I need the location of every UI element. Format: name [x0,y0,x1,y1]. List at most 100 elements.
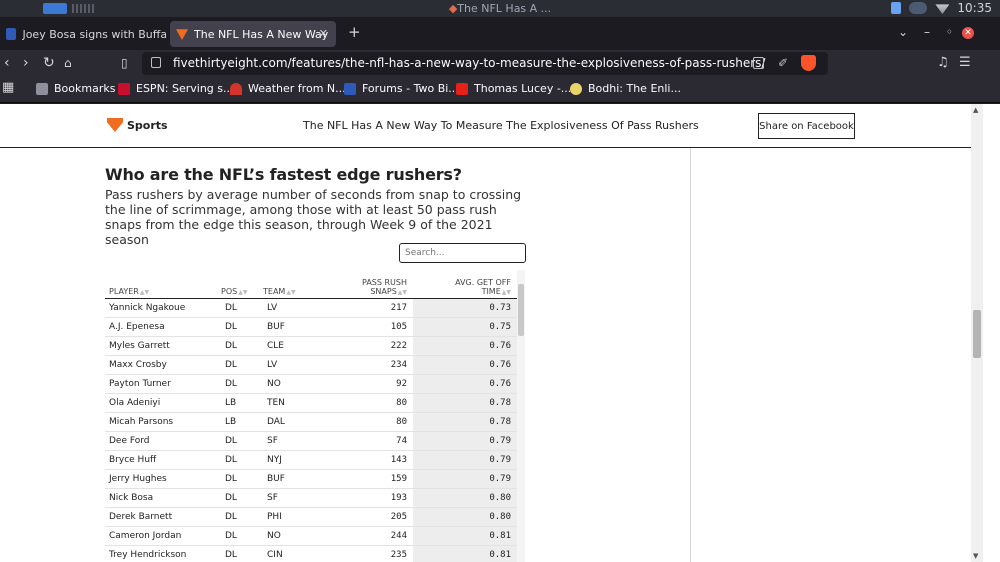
table-row: Maxx Crosby DL LV 234 0.76 [105,355,517,375]
address-bar[interactable]: fivethirtyeight.com/features/the-nfl-has… [142,52,828,75]
tab-joey-bosa[interactable]: Joey Bosa signs with Buffalo... [0,21,166,47]
page-scrollbar[interactable]: ▲ ▼ [971,104,983,562]
media-icon[interactable]: ♫ [937,55,949,70]
reader-view-icon[interactable] [753,57,764,69]
chart-description: Pass rushers by average number of second… [105,187,522,247]
table-row: Trey Hendrickson DL CIN 235 0.81 [105,545,517,562]
get-off-time-cell: 0.80 [413,488,517,508]
os-top-bar: ◆The NFL Has A ... 10:35 [0,0,1000,17]
bookmark-bodhi[interactable]: Bodhi: The Enli... [570,82,681,95]
table-scroll-thumb[interactable] [518,284,524,336]
url-text[interactable]: fivethirtyeight.com/features/the-nfl-has… [173,56,765,70]
share-icon[interactable]: ✐ [778,56,788,70]
snaps-cell: 205 [325,507,413,527]
bookmark-thomas-lucey[interactable]: Thomas Lucey -... [456,82,571,95]
bookmark-forums[interactable]: Forums - Two Bi... [344,82,459,95]
snaps-cell: 193 [325,488,413,508]
pos-cell: LB [221,393,263,413]
col-pos-header[interactable]: POS▲▼ [221,270,263,299]
new-tab-icon[interactable]: + [348,23,361,41]
reload-icon[interactable]: ↻ [43,55,55,71]
team-cell: SF [263,488,325,508]
fivethirtyeight-favicon-icon [176,29,188,40]
table-row: Jerry Hughes DL BUF 159 0.79 [105,469,517,489]
team-cell: NO [263,526,325,546]
get-off-time-cell: 0.79 [413,431,517,451]
maximize-icon[interactable]: ◦ [946,25,953,39]
player-cell: A.J. Epenesa [105,317,221,337]
bookmark-page-icon[interactable]: ▯ [121,56,128,70]
buffalo-favicon-icon [6,28,17,40]
tab-strip: Joey Bosa signs with Buffalo... The NFL … [0,17,1000,50]
section-label[interactable]: Sports [127,119,168,132]
team-cell: TEN [263,393,325,413]
brave-shields-icon[interactable] [801,55,816,71]
col-time-header[interactable]: AVG. GET OFF TIME▲▼ [413,270,517,299]
table-scrollbar[interactable] [517,270,525,562]
close-tab-icon[interactable]: ✕ [319,27,328,40]
tab-list-chevron-icon[interactable]: ⌄ [898,25,908,39]
get-off-time-cell: 0.78 [413,412,517,432]
team-cell: LV [263,355,325,375]
team-cell: BUF [263,317,325,337]
get-off-time-cell: 0.78 [413,393,517,413]
col-player-header[interactable]: PLAYER▲▼ [105,270,221,299]
player-cell: Trey Hendrickson [105,545,221,562]
team-cell: NO [263,374,325,394]
player-cell: Ola Adeniyi [105,393,221,413]
team-cell: LV [263,298,325,318]
bookmark-espn[interactable]: ESPN: Serving s... [118,82,234,95]
bodhi-icon [570,82,582,95]
menu-icon[interactable]: ☰ [959,55,971,70]
share-on-facebook-button[interactable]: Share on Facebook [758,113,855,139]
table-row: Ola Adeniyi LB TEN 80 0.78 [105,393,517,413]
espn-icon [118,82,130,95]
snaps-cell: 222 [325,336,413,356]
snaps-cell: 92 [325,374,413,394]
window-close-icon[interactable]: ✕ [962,27,974,39]
col-team-header[interactable]: TEAM▲▼ [263,270,325,299]
table-row: Myles Garrett DL CLE 222 0.76 [105,336,517,356]
minimize-icon[interactable]: – [924,25,930,39]
table-search-input[interactable] [399,243,526,263]
back-icon[interactable]: ‹ [4,55,10,71]
wifi-icon[interactable] [935,4,950,14]
home-icon[interactable]: ⌂ [64,56,72,70]
table-row: Cameron Jordan DL NO 244 0.81 [105,526,517,546]
col-snaps-header[interactable]: PASS RUSH SNAPS▲▼ [325,270,413,299]
snaps-cell: 80 [325,412,413,432]
scroll-down-icon[interactable]: ▼ [973,552,978,560]
sort-icon: ▲▼ [501,288,511,296]
pos-cell: DL [221,317,263,337]
team-cell: PHI [263,507,325,527]
team-cell: BUF [263,469,325,489]
sort-icon: ▲▼ [286,288,296,296]
table-row: A.J. Epenesa DL BUF 105 0.75 [105,317,517,337]
player-cell: Derek Barnett [105,507,221,527]
table-row: Nick Bosa DL SF 193 0.80 [105,488,517,508]
active-window-title: ◆The NFL Has A ... [448,2,552,15]
tab-nfl-article[interactable]: The NFL Has A New Way ✕ [170,21,336,47]
fivethirtyeight-logo-icon[interactable] [107,118,123,132]
get-off-time-cell: 0.76 [413,374,517,394]
column-divider [690,148,691,562]
scroll-up-icon[interactable]: ▲ [973,106,978,114]
table-row: Derek Barnett DL PHI 205 0.80 [105,507,517,527]
forward-icon[interactable]: › [23,55,29,71]
pos-cell: DL [221,545,263,562]
snaps-cell: 105 [325,317,413,337]
pos-cell: DL [221,374,263,394]
page-scroll-thumb[interactable] [973,310,981,358]
site-header: Sports The NFL Has A New Way To Measure … [0,104,971,148]
clock[interactable]: 10:35 [957,1,992,15]
battery-icon[interactable] [891,2,902,14]
bookmark-weather[interactable]: Weather from N... [230,82,346,95]
pos-cell: DL [221,469,263,489]
pos-cell: DL [221,298,263,318]
toggle-icon[interactable] [909,2,928,14]
bookmark-folder[interactable]: Bookmarks [36,82,115,95]
sort-icon: ▲▼ [139,288,150,296]
apps-grid-icon[interactable]: ▦ [2,80,14,95]
site-info-icon[interactable] [151,57,161,68]
forum-icon [344,82,356,95]
